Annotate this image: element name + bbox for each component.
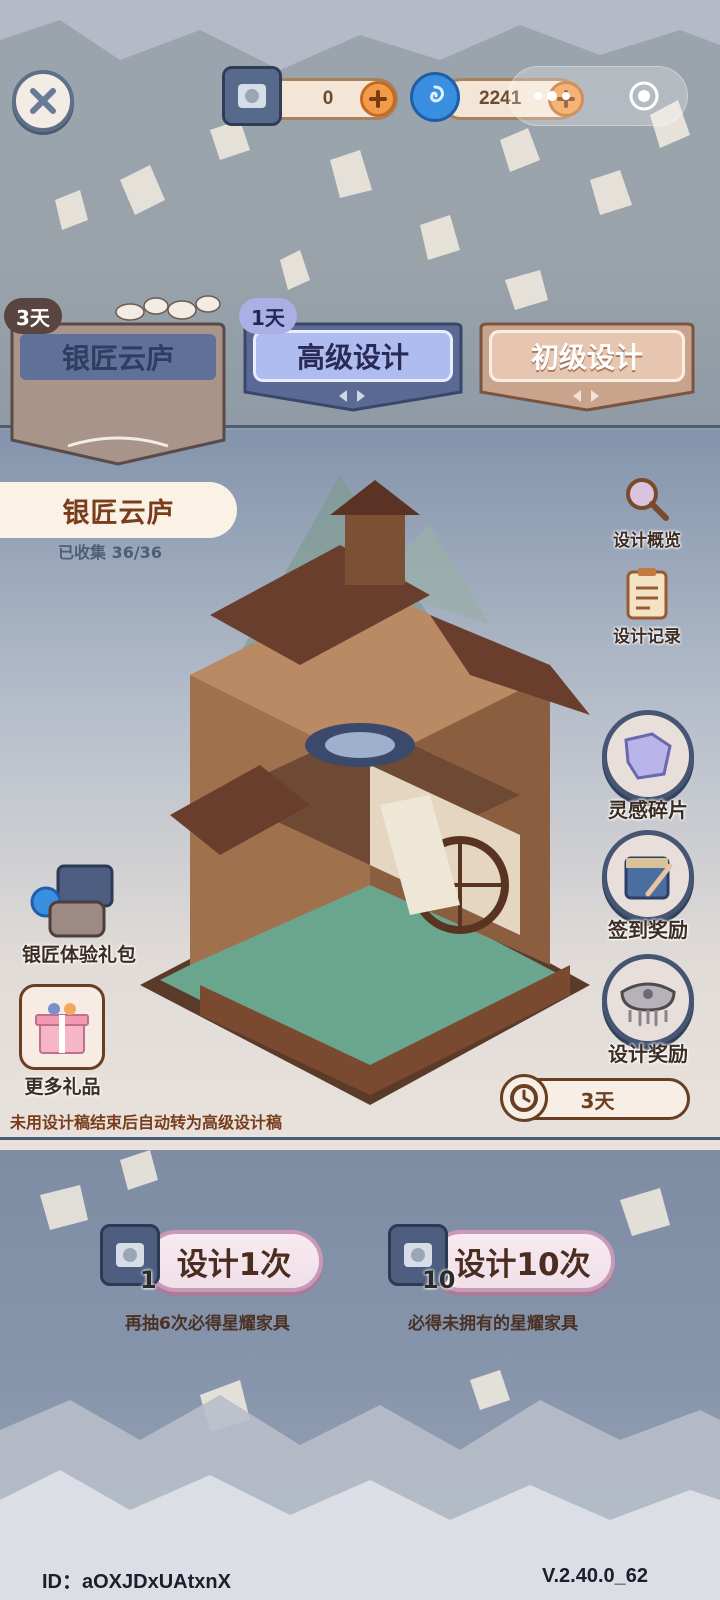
more-gifts-frame bbox=[19, 984, 105, 1070]
app-version: V.2.40.0_62 bbox=[542, 1565, 649, 1587]
design-once-note: 再抽6次必得星耀家具 bbox=[125, 1314, 290, 1334]
tab-advanced-design[interactable]: 高级设计 bbox=[243, 322, 463, 412]
crystal-icon bbox=[410, 72, 460, 122]
design-records-button[interactable]: 设计记录 bbox=[604, 566, 690, 647]
map-fragment-icon bbox=[624, 732, 672, 780]
more-dots-icon bbox=[534, 91, 570, 101]
gift-pack-icon bbox=[30, 864, 114, 938]
silver-lock-icon bbox=[620, 982, 676, 1026]
scene-divider bbox=[0, 1137, 720, 1140]
more-gifts-label: 更多礼品 bbox=[24, 1076, 101, 1098]
design-scroll-icon bbox=[222, 66, 282, 126]
tab-silversmith[interactable]: 银匠云庐 bbox=[8, 322, 228, 468]
design-ten-cost: 10 bbox=[422, 1266, 456, 1294]
experience-pack-button[interactable]: 银匠体验礼包 bbox=[10, 862, 160, 972]
calendar-icon bbox=[624, 856, 673, 900]
design-reward-button[interactable] bbox=[602, 954, 694, 1046]
clock-icon bbox=[500, 1074, 548, 1122]
capsule-close-button[interactable] bbox=[624, 78, 664, 114]
design-overview-button[interactable]: 设计概览 bbox=[604, 474, 690, 554]
design-records-label: 设计记录 bbox=[613, 627, 681, 647]
tab-advanced-label: 高级设计 bbox=[253, 330, 453, 382]
close-button[interactable] bbox=[12, 70, 74, 132]
tab-basic-label: 初级设计 bbox=[489, 330, 685, 382]
tab-basic-design[interactable]: 初级设计 bbox=[479, 322, 695, 412]
tab-silversmith-days: 3天 bbox=[4, 298, 62, 334]
clipboard-icon bbox=[626, 568, 668, 620]
player-id: ID：aOXJDxUAtxnX bbox=[42, 1571, 231, 1593]
add-design-token-button[interactable] bbox=[360, 81, 396, 117]
plus-icon bbox=[369, 90, 387, 108]
design-ten-note: 必得未拥有的星耀家具 bbox=[408, 1314, 578, 1334]
tab-silversmith-label: 银匠云庐 bbox=[20, 334, 216, 380]
target-icon bbox=[629, 81, 659, 111]
inspiration-fragments-label: 灵感碎片 bbox=[608, 798, 688, 822]
conversion-notice: 未用设计稿结束后自动转为高级设计稿 bbox=[10, 1113, 283, 1132]
magnifier-icon bbox=[626, 478, 669, 521]
gift-box-icon bbox=[35, 1003, 89, 1054]
design-token-count: 0 bbox=[322, 88, 334, 109]
design-ten-button[interactable]: 设计10次 bbox=[430, 1230, 615, 1292]
design-overview-label: 设计概览 bbox=[613, 531, 681, 551]
checkin-reward-button[interactable] bbox=[602, 830, 694, 922]
more-menu-button[interactable] bbox=[524, 84, 584, 108]
bottom-background bbox=[0, 1150, 720, 1600]
more-gifts-button[interactable]: 更多礼品 bbox=[15, 984, 110, 1098]
tab-advanced-days: 1天 bbox=[239, 298, 297, 334]
design-once-button[interactable]: 设计1次 bbox=[145, 1230, 323, 1292]
silversmith-house-illustration bbox=[140, 475, 590, 1105]
close-icon bbox=[30, 88, 56, 114]
flower-decoration-icon bbox=[115, 295, 221, 321]
inspiration-fragments-button[interactable] bbox=[602, 710, 694, 802]
pool-timer-text: 3天 bbox=[580, 1088, 615, 1113]
design-reward-label: 设计奖励 bbox=[608, 1042, 688, 1066]
checkin-reward-label: 签到奖励 bbox=[608, 918, 688, 942]
design-once-label: 设计1次 bbox=[176, 1246, 292, 1283]
experience-pack-label: 银匠体验礼包 bbox=[21, 944, 136, 966]
design-ten-label: 设计10次 bbox=[454, 1246, 591, 1283]
design-once-cost: 1 bbox=[140, 1266, 157, 1294]
